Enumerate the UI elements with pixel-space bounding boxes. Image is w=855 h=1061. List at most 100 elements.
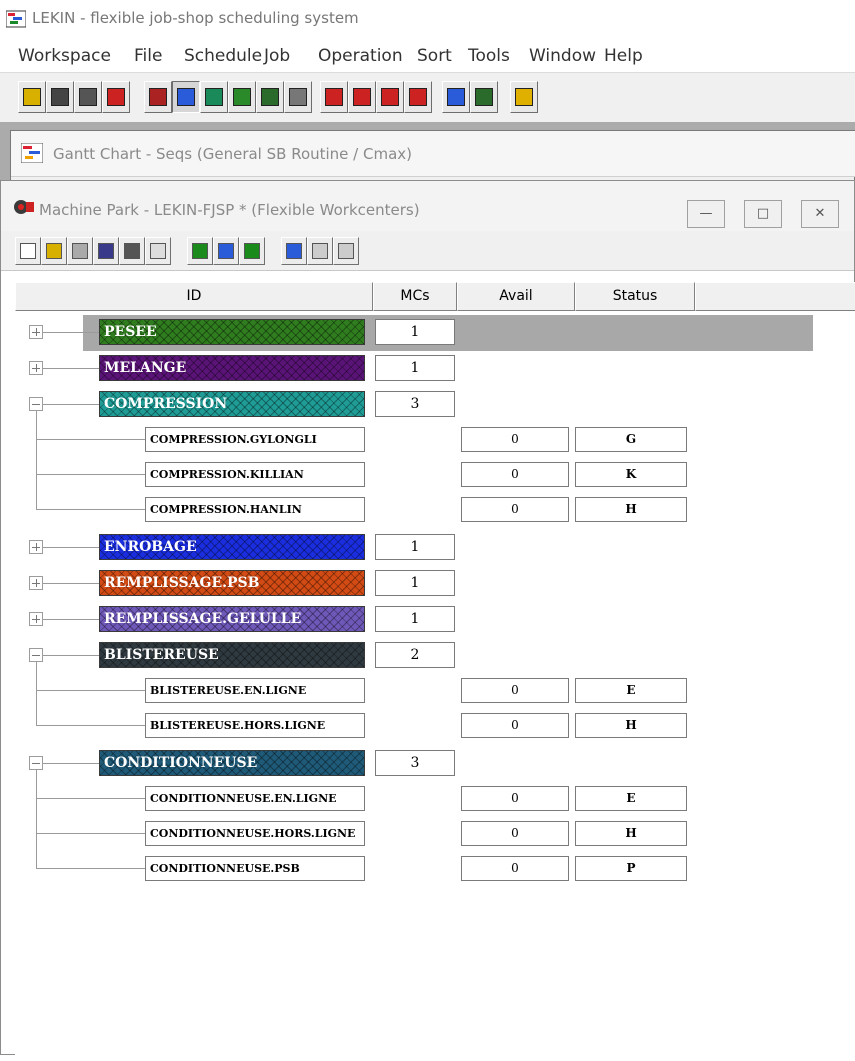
machine-park-title-bar[interactable]: Machine Park - LEKIN-FJSP * (Flexible Wo… bbox=[1, 181, 854, 231]
tree-connector bbox=[43, 619, 99, 620]
globe-button[interactable] bbox=[200, 81, 228, 113]
tree-connector bbox=[36, 662, 37, 726]
menu-bar: Workspace File Schedule Job Operation Sort Too… bbox=[0, 40, 855, 72]
open-workspace-button[interactable] bbox=[18, 81, 46, 113]
machine-label[interactable]: BLISTEREUSE.HORS.LIGNE bbox=[145, 713, 365, 738]
collapse-icon[interactable] bbox=[29, 397, 43, 411]
machine-label[interactable]: COMPRESSION.KILLIAN bbox=[145, 462, 365, 487]
tree-connector bbox=[36, 411, 37, 510]
globe-icon bbox=[205, 88, 223, 106]
pointer-button[interactable] bbox=[172, 81, 200, 113]
menu-job[interactable]: Job bbox=[264, 46, 290, 66]
machine-park-title: Machine Park - LEKIN-FJSP * (Flexible Wo… bbox=[39, 201, 420, 219]
expand-icon[interactable] bbox=[29, 540, 43, 554]
machine-status: G bbox=[575, 427, 687, 452]
workcenter-label[interactable]: REMPLISSAGE.GELULLE bbox=[99, 606, 365, 632]
column-header-avail[interactable]: Avail bbox=[457, 282, 575, 311]
restore-button[interactable]: □ bbox=[744, 200, 782, 228]
chart-button[interactable] bbox=[228, 81, 256, 113]
collapse-icon[interactable] bbox=[29, 648, 43, 662]
sequence-button[interactable] bbox=[284, 81, 312, 113]
machine-park-window[interactable]: Machine Park - LEKIN-FJSP * (Flexible Wo… bbox=[0, 180, 855, 1061]
menu-tools[interactable]: Tools bbox=[468, 46, 510, 66]
menu-sort[interactable]: Sort bbox=[417, 46, 452, 66]
close-icon: ✕ bbox=[814, 206, 826, 221]
gantt-remove-button[interactable] bbox=[404, 81, 432, 113]
machine-status: E bbox=[575, 786, 687, 811]
copy-button[interactable] bbox=[46, 81, 74, 113]
add-machine-button[interactable] bbox=[281, 237, 307, 265]
gantt-add-icon bbox=[353, 88, 371, 106]
minimize-button[interactable]: — bbox=[687, 200, 725, 228]
remove-machine-disabled-button[interactable] bbox=[333, 237, 359, 265]
import-button[interactable] bbox=[67, 237, 93, 265]
column-header-status[interactable]: Status bbox=[575, 282, 695, 311]
chart2-button[interactable] bbox=[256, 81, 284, 113]
table-icon bbox=[447, 88, 465, 106]
gantt-window-title: Gantt Chart - Seqs (General SB Routine /… bbox=[53, 145, 413, 163]
print-button[interactable] bbox=[74, 81, 102, 113]
menu-workspace[interactable]: Workspace bbox=[18, 46, 111, 66]
tree-connector bbox=[43, 763, 99, 764]
machine-label[interactable]: COMPRESSION.GYLONGLI bbox=[145, 427, 365, 452]
workcenter-label[interactable]: PESEE bbox=[99, 319, 365, 345]
column-header-mcs[interactable]: MCs bbox=[373, 282, 457, 311]
workcenter-label[interactable]: ENROBAGE bbox=[99, 534, 365, 560]
tree-connector bbox=[36, 770, 37, 869]
save-button[interactable] bbox=[93, 237, 119, 265]
machine-avail: 0 bbox=[461, 427, 569, 452]
lekin-app-icon bbox=[6, 10, 26, 28]
expand-icon[interactable] bbox=[29, 612, 43, 626]
workcenter-label[interactable]: CONDITIONNEUSE bbox=[99, 750, 365, 776]
help-button[interactable] bbox=[510, 81, 538, 113]
pointer-icon bbox=[177, 88, 195, 106]
menu-file[interactable]: File bbox=[134, 46, 162, 66]
workcenter-label[interactable]: COMPRESSION bbox=[99, 391, 365, 417]
tree-connector bbox=[43, 655, 99, 656]
machine-button[interactable] bbox=[144, 81, 172, 113]
print-preview-button[interactable] bbox=[145, 237, 171, 265]
machine-label[interactable]: CONDITIONNEUSE.HORS.LIGNE bbox=[145, 821, 365, 846]
print-preview-icon bbox=[150, 243, 166, 259]
menu-window[interactable]: Window bbox=[529, 46, 596, 66]
tree-connector bbox=[36, 868, 145, 869]
print-icon bbox=[79, 88, 97, 106]
network-button[interactable] bbox=[102, 81, 130, 113]
menu-schedule[interactable]: Schedule bbox=[184, 46, 262, 66]
add-workcenter-button[interactable] bbox=[187, 237, 213, 265]
expand-icon[interactable] bbox=[29, 576, 43, 590]
gantt-chart-icon bbox=[21, 143, 43, 163]
workcenter-button[interactable] bbox=[213, 237, 239, 265]
open-folder-button[interactable] bbox=[41, 237, 67, 265]
machine-label[interactable]: COMPRESSION.HANLIN bbox=[145, 497, 365, 522]
column-header-id[interactable]: ID bbox=[15, 282, 373, 311]
workcenter-label[interactable]: BLISTEREUSE bbox=[99, 642, 365, 668]
menu-operation[interactable]: Operation bbox=[318, 46, 403, 66]
workcenter-label[interactable]: MELANGE bbox=[99, 355, 365, 381]
collapse-icon[interactable] bbox=[29, 756, 43, 770]
machine-disabled-button[interactable] bbox=[307, 237, 333, 265]
window-button[interactable] bbox=[470, 81, 498, 113]
machine-label[interactable]: CONDITIONNEUSE.EN.LIGNE bbox=[145, 786, 365, 811]
workcenter-mcs: 1 bbox=[375, 570, 455, 596]
expand-icon[interactable] bbox=[29, 325, 43, 339]
machine-disabled-icon bbox=[312, 243, 328, 259]
workcenter-mcs: 1 bbox=[375, 319, 455, 345]
menu-help[interactable]: Help bbox=[604, 46, 643, 66]
gantt-window-title-bar[interactable]: Gantt Chart - Seqs (General SB Routine /… bbox=[11, 131, 855, 177]
table-button[interactable] bbox=[442, 81, 470, 113]
gantt-button[interactable] bbox=[320, 81, 348, 113]
expand-icon[interactable] bbox=[29, 361, 43, 375]
machine-status: E bbox=[575, 678, 687, 703]
machine-label[interactable]: BLISTEREUSE.EN.LIGNE bbox=[145, 678, 365, 703]
machine-avail: 0 bbox=[461, 786, 569, 811]
gantt-add-button[interactable] bbox=[348, 81, 376, 113]
machine-avail: 0 bbox=[461, 821, 569, 846]
print-button[interactable] bbox=[119, 237, 145, 265]
gantt-edit-button[interactable] bbox=[376, 81, 404, 113]
close-button[interactable]: ✕ bbox=[801, 200, 839, 228]
new-file-button[interactable] bbox=[15, 237, 41, 265]
machine-label[interactable]: CONDITIONNEUSE.PSB bbox=[145, 856, 365, 881]
remove-workcenter-button[interactable] bbox=[239, 237, 265, 265]
workcenter-label[interactable]: REMPLISSAGE.PSB bbox=[99, 570, 365, 596]
